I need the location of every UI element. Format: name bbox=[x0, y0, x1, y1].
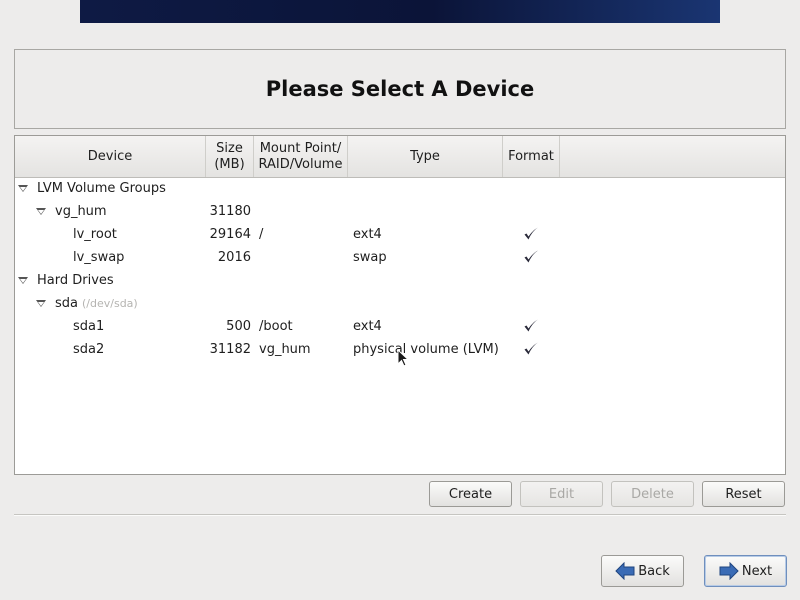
mount-cell: /boot bbox=[259, 319, 293, 334]
separator bbox=[14, 514, 786, 516]
create-button[interactable]: Create bbox=[429, 481, 512, 507]
table-row[interactable]: Hard Drives bbox=[15, 269, 785, 292]
device-name: LVM Volume Groups bbox=[37, 181, 166, 196]
type-cell: physical volume (LVM) bbox=[353, 342, 499, 357]
type-cell: swap bbox=[353, 250, 387, 265]
back-arrow-icon bbox=[615, 562, 635, 580]
size-cell: 500 bbox=[226, 319, 251, 334]
edit-button[interactable]: Edit bbox=[520, 481, 603, 507]
delete-button[interactable]: Delete bbox=[611, 481, 694, 507]
table-header: Device Size (MB) Mount Point/RAID/Volume … bbox=[15, 136, 785, 178]
next-arrow-icon bbox=[719, 562, 739, 580]
size-cell: 31180 bbox=[209, 204, 251, 219]
size-cell bbox=[206, 177, 251, 200]
table-row[interactable]: lv_root 29164 / ext4 bbox=[15, 223, 785, 246]
back-button[interactable]: Back bbox=[601, 555, 684, 587]
table-row[interactable]: LVM Volume Groups bbox=[15, 177, 785, 200]
column-header-size[interactable]: Size (MB) bbox=[206, 136, 254, 177]
device-name: lv_swap bbox=[73, 250, 125, 265]
mouse-pointer-icon bbox=[397, 349, 409, 367]
format-check-icon bbox=[524, 319, 538, 332]
type-cell: ext4 bbox=[353, 319, 382, 334]
format-check-icon bbox=[524, 342, 538, 355]
expander-down-icon[interactable] bbox=[36, 300, 46, 307]
expander-down-icon[interactable] bbox=[18, 277, 28, 284]
column-header-mount[interactable]: Mount Point/RAID/Volume bbox=[254, 136, 348, 177]
expander-down-icon[interactable] bbox=[36, 208, 46, 215]
title-box: Please Select A Device bbox=[14, 49, 786, 129]
size-cell bbox=[206, 269, 251, 292]
device-name: sda bbox=[55, 296, 78, 311]
back-button-label: Back bbox=[638, 563, 670, 579]
column-header-device[interactable]: Device bbox=[15, 136, 206, 177]
reset-button[interactable]: Reset bbox=[702, 481, 785, 507]
device-path: (/dev/sda) bbox=[82, 297, 138, 310]
column-header-format[interactable]: Format bbox=[503, 136, 560, 177]
device-name: sda1 bbox=[73, 319, 105, 334]
mount-cell: / bbox=[259, 227, 264, 242]
size-cell: 29164 bbox=[209, 227, 251, 242]
table-row[interactable]: sda (/dev/sda) bbox=[15, 292, 785, 315]
page-title: Please Select A Device bbox=[265, 77, 535, 101]
next-button-label: Next bbox=[741, 563, 773, 579]
table-row[interactable]: lv_swap 2016 swap bbox=[15, 246, 785, 269]
device-name: lv_root bbox=[73, 227, 117, 242]
format-check-icon bbox=[524, 227, 538, 240]
device-name: sda2 bbox=[73, 342, 105, 357]
header-banner bbox=[80, 0, 720, 23]
size-cell bbox=[206, 292, 251, 315]
expander-down-icon[interactable] bbox=[18, 185, 28, 192]
device-name: vg_hum bbox=[55, 204, 107, 219]
next-button[interactable]: Next bbox=[704, 555, 787, 587]
table-row[interactable]: sda1 500/boot ext4 bbox=[15, 315, 785, 338]
size-cell: 31182 bbox=[209, 342, 251, 357]
table-row[interactable]: vg_hum 31180 bbox=[15, 200, 785, 223]
device-tree[interactable]: Device Size (MB) Mount Point/RAID/Volume … bbox=[14, 135, 786, 475]
device-name: Hard Drives bbox=[37, 273, 114, 288]
format-check-icon bbox=[524, 250, 538, 263]
type-cell: ext4 bbox=[353, 227, 382, 242]
column-header-type[interactable]: Type bbox=[348, 136, 503, 177]
mount-cell: vg_hum bbox=[259, 342, 311, 357]
size-cell: 2016 bbox=[217, 250, 251, 265]
